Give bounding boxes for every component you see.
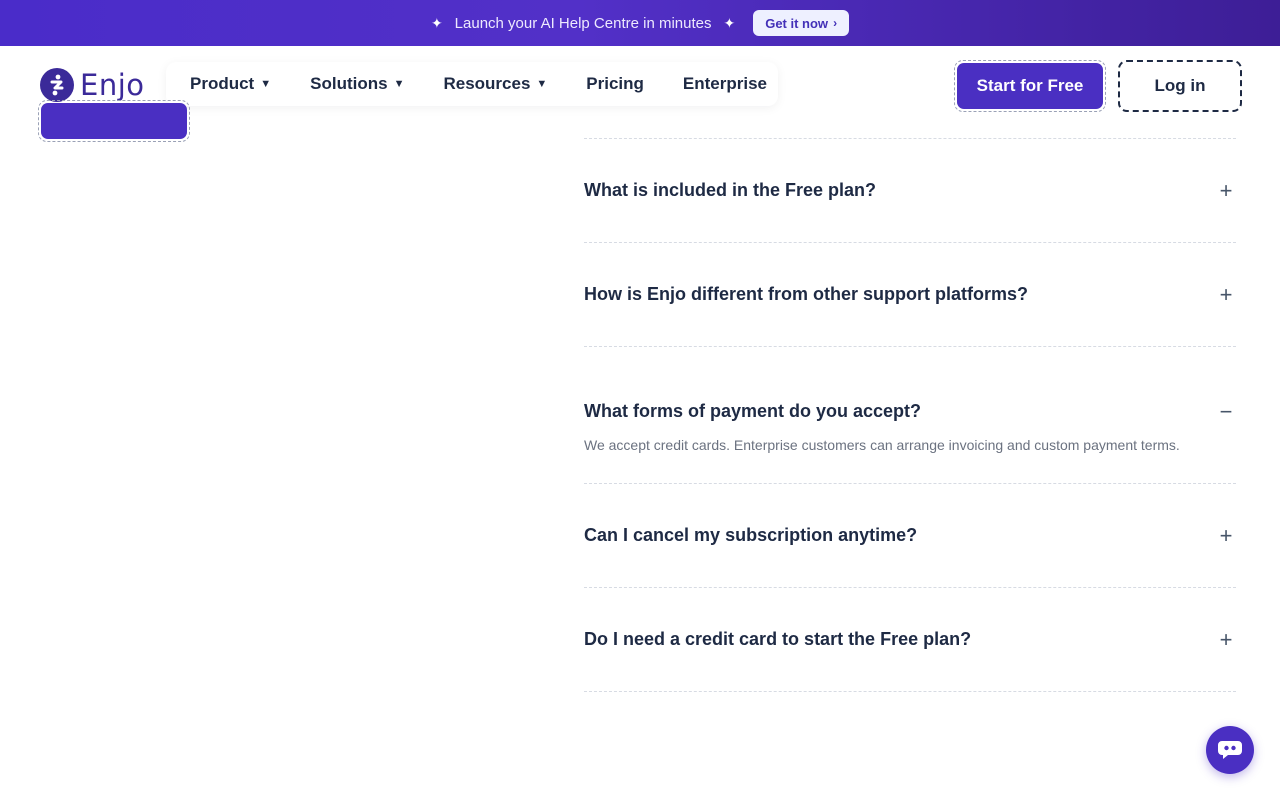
nav-item-label: Solutions (310, 74, 388, 93)
site-header: Enjo Product ▼ Solutions ▼ Resources ▼ P… (0, 46, 1280, 126)
faq-question-toggle[interactable]: How is Enjo different from other support… (584, 243, 1236, 346)
nav-item-product[interactable]: Product ▼ (190, 74, 271, 94)
nav-item-label: Product (190, 74, 255, 93)
log-in-button[interactable]: Log in (1118, 60, 1242, 112)
start-for-free-button[interactable]: Start for Free (954, 60, 1106, 112)
nav-item-pricing[interactable]: Pricing (586, 74, 644, 94)
nav-item-enterprise[interactable]: Enterprise (683, 74, 767, 94)
faq-item: Do I need a credit card to start the Fre… (584, 588, 1236, 692)
start-for-free-label: Start for Free (957, 63, 1103, 109)
faq-question: How is Enjo different from other support… (584, 284, 1029, 304)
nav-item-solutions[interactable]: Solutions ▼ (310, 74, 404, 94)
chat-bubble-icon (1218, 741, 1242, 759)
logo[interactable]: Enjo (40, 68, 145, 102)
divider (584, 691, 1236, 692)
nav-item-label: Resources (443, 74, 531, 93)
caret-down-icon: ▼ (536, 78, 548, 90)
get-it-now-button[interactable]: Get it now › (753, 10, 850, 36)
nav-item-resources[interactable]: Resources ▼ (443, 74, 547, 94)
plus-icon: + (1219, 281, 1233, 307)
plus-icon: + (1219, 626, 1233, 652)
faq-question: What is included in the Free plan? (584, 180, 877, 200)
sparkle-icon: ✦ (430, 14, 443, 31)
scrolled-cta-button[interactable] (38, 100, 190, 142)
caret-down-icon: ▼ (393, 78, 405, 90)
plus-icon: + (1219, 177, 1233, 203)
logo-text: Enjo (80, 68, 145, 102)
caret-down-icon: ▼ (260, 78, 272, 90)
sparkle-icon: ✦ (723, 14, 736, 31)
faq-question-toggle[interactable]: Can I cancel my subscription anytime? + (584, 484, 1236, 587)
enjo-logo-icon (40, 68, 74, 102)
faq-item: Can I cancel my subscription anytime? + (584, 484, 1236, 588)
chat-widget-button[interactable] (1206, 726, 1254, 774)
faq-answer: We accept credit cards. Enterprise custo… (584, 437, 1180, 453)
chevron-right-icon: › (833, 16, 838, 30)
faq-question-toggle[interactable]: Do I need a credit card to start the Fre… (584, 588, 1236, 691)
nav-item-label: Enterprise (682, 74, 768, 93)
main-nav: Product ▼ Solutions ▼ Resources ▼ Pricin… (166, 62, 778, 106)
faq-question-toggle[interactable]: What forms of payment do you accept? − (584, 347, 1236, 435)
faq-question: What forms of payment do you accept? (584, 401, 922, 421)
announcement-banner: ✦ Launch your AI Help Centre in minutes … (0, 0, 1280, 46)
faq-item: How is Enjo different from other support… (584, 243, 1236, 347)
faq-question: Can I cancel my subscription anytime? (584, 525, 918, 545)
nav-item-label: Pricing (586, 74, 644, 93)
minus-icon: − (1219, 399, 1233, 424)
faq-question-toggle[interactable]: What is included in the Free plan? + (584, 139, 1236, 242)
scrolled-cta-fill (41, 103, 187, 139)
faq-list: What is included in the Free plan? + How… (584, 138, 1236, 692)
banner-cta-label: Get it now (765, 15, 829, 31)
faq-question: Do I need a credit card to start the Fre… (584, 629, 972, 649)
banner-text: Launch your AI Help Centre in minutes (454, 14, 712, 32)
plus-icon: + (1219, 522, 1233, 548)
faq-item: What is included in the Free plan? + (584, 139, 1236, 243)
faq-item: What forms of payment do you accept? − W… (584, 347, 1236, 484)
